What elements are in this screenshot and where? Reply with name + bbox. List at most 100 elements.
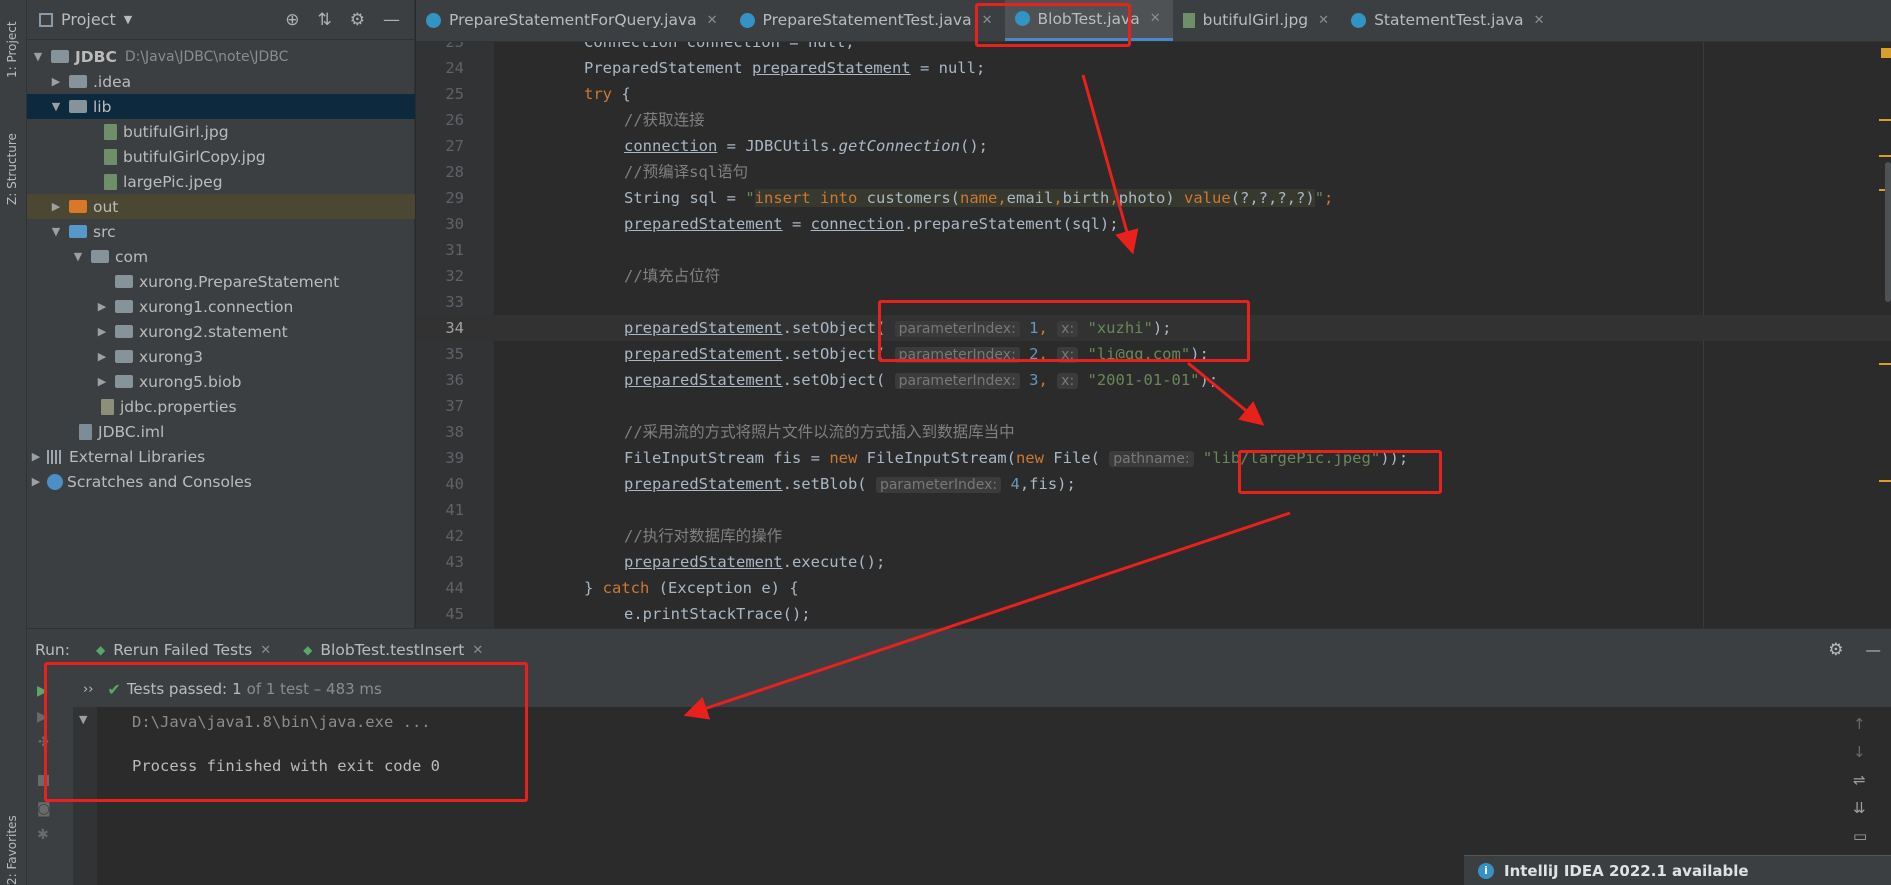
project-view-title[interactable]: Project — [61, 10, 116, 29]
tree-item-external-libraries[interactable]: ▶ External Libraries — [27, 444, 415, 469]
chevron-down-icon[interactable]: ▼ — [71, 250, 85, 263]
print-icon[interactable]: ▭ — [1853, 827, 1867, 845]
camera-icon[interactable]: ◙ — [37, 801, 51, 817]
structure-tool-button[interactable]: Z: Structure — [5, 133, 19, 205]
collapse-all-icon[interactable]: ⇅ — [318, 10, 332, 30]
tree-item-xurong-preparestatement[interactable]: xurong.PrepareStatement — [27, 269, 415, 294]
run-tab-blobtest-testinsert[interactable]: ◆ BlobTest.testInsert ✕ — [303, 641, 483, 659]
tree-item-butifulgirlcopy[interactable]: butifulGirlCopy.jpg — [27, 144, 415, 169]
code-line-23[interactable]: 23 Connection connection = null; — [416, 42, 1891, 55]
tree-item-idea[interactable]: ▶ .idea — [27, 69, 415, 94]
chevron-right-icon[interactable]: ▶ — [49, 200, 63, 213]
code-text: preparedStatement.setObject( parameterIn… — [624, 367, 1218, 394]
line-number: 37 — [445, 397, 464, 415]
gear-icon[interactable]: ⚙ — [1828, 640, 1843, 660]
close-icon[interactable]: ✕ — [1318, 13, 1329, 28]
code-line-32[interactable]: 32 //填充占位符 — [416, 263, 1891, 289]
chevron-right-icon[interactable]: ▶ — [95, 350, 109, 363]
close-icon[interactable]: ✕ — [707, 13, 718, 28]
tree-item-largepic[interactable]: largePic.jpeg — [27, 169, 415, 194]
chevron-right-icon[interactable]: ▶ — [95, 375, 109, 388]
code-line-28[interactable]: 28 //预编译sql语句 — [416, 159, 1891, 185]
project-tool-button[interactable]: 1: Project — [5, 21, 19, 78]
code-comment: //获取连接 — [624, 111, 705, 129]
chevron-right-icon[interactable]: ▶ — [95, 325, 109, 338]
editor-scrollbar[interactable] — [1885, 162, 1891, 302]
code-line-41[interactable]: 41 — [416, 497, 1891, 523]
image-file-icon — [104, 123, 117, 140]
locate-icon[interactable]: ⊕ — [285, 10, 299, 30]
tab-preparestatementforquery[interactable]: PrepareStatementForQuery.java ✕ — [416, 0, 730, 41]
scroll-to-end-icon[interactable]: ⇊ — [1853, 799, 1866, 817]
tree-item-xurong2-statement[interactable]: ▶ xurong2.statement — [27, 319, 415, 344]
code-text: preparedStatement.execute(); — [624, 549, 885, 575]
code-line-30[interactable]: 30 preparedStatement = connection.prepare… — [416, 211, 1891, 237]
error-stripe-marker[interactable] — [1879, 155, 1891, 157]
chevron-down-icon[interactable]: ▼ — [49, 100, 63, 113]
code-line-45[interactable]: 45 e.printStackTrace(); — [416, 601, 1891, 627]
chevron-right-icon[interactable]: ▶ — [29, 475, 43, 488]
parameter-hint: pathname: — [1109, 451, 1194, 467]
favorites-tool-button[interactable]: 2: Favorites — [5, 815, 19, 885]
tree-item-lib[interactable]: ▼ lib — [27, 94, 415, 119]
code-line-26[interactable]: 26 //获取连接 — [416, 107, 1891, 133]
chevron-right-icon[interactable]: ▶ — [95, 300, 109, 313]
tree-item-out[interactable]: ▶ out — [27, 194, 415, 219]
code-line-31[interactable]: 31 — [416, 237, 1891, 263]
error-stripe-marker[interactable] — [1879, 119, 1891, 121]
code-line-42[interactable]: 42 //执行对数据库的操作 — [416, 523, 1891, 549]
close-icon[interactable]: ✕ — [1534, 13, 1545, 28]
tree-item-xurong1-connection[interactable]: ▶ xurong1.connection — [27, 294, 415, 319]
tree-item-label: Scratches and Consoles — [67, 472, 252, 491]
code-token: , — [997, 189, 1007, 207]
tab-butifulgirl-jpg[interactable]: butifulGirl.jpg ✕ — [1173, 0, 1341, 41]
tree-item-scratches[interactable]: ▶ Scratches and Consoles — [27, 469, 415, 494]
line-number: 39 — [445, 449, 464, 467]
code-line-39[interactable]: 39 FileInputStream fis = new FileInputStr… — [416, 445, 1891, 471]
error-stripe-marker[interactable] — [1879, 480, 1891, 482]
close-icon[interactable]: ✕ — [260, 643, 271, 658]
folder-icon — [69, 225, 87, 238]
annotation-box-parameters — [878, 300, 1250, 362]
chevron-right-icon[interactable]: ▶ — [29, 450, 43, 463]
arrow-up-icon[interactable]: ↑ — [1853, 715, 1866, 733]
code-token: File( — [1043, 449, 1110, 467]
minimize-icon[interactable]: — — [383, 10, 400, 30]
run-tab-rerun-failed[interactable]: ◆ Rerun Failed Tests ✕ — [96, 641, 271, 659]
code-line-27[interactable]: 27 connection = JDBCUtils.getConnection()… — [416, 133, 1891, 159]
minimize-icon[interactable]: — — [1866, 641, 1882, 659]
tree-item-jdbc-iml[interactable]: JDBC.iml — [27, 419, 415, 444]
gear-icon[interactable]: ⚙ — [350, 10, 365, 30]
code-line-25[interactable]: 25 try { — [416, 81, 1891, 107]
error-stripe-marker[interactable] — [1879, 363, 1891, 365]
soft-wrap-icon[interactable]: ⇌ — [1853, 771, 1866, 789]
chevron-right-icon[interactable]: ▶ — [49, 75, 63, 88]
close-icon[interactable]: ✕ — [472, 643, 483, 658]
tree-item-com[interactable]: ▼ com — [27, 244, 415, 269]
code-token: try — [584, 85, 612, 103]
update-notification[interactable]: i IntelliJ IDEA 2022.1 available — [1464, 855, 1891, 885]
error-stripe-marker[interactable] — [1881, 48, 1891, 58]
tree-item-xurong5-biob[interactable]: ▶ xurong5.biob — [27, 369, 415, 394]
code-line-29[interactable]: 29 String sql = "insert into customers(na… — [416, 185, 1891, 211]
chevron-down-icon[interactable]: ▼ — [49, 225, 63, 238]
tab-preparestatementtest[interactable]: PrepareStatementTest.java ✕ — [730, 0, 1005, 41]
debug-icon[interactable]: ✱ — [37, 827, 49, 843]
code-line-37[interactable]: 37 — [416, 393, 1891, 419]
tab-statementtest[interactable]: StatementTest.java ✕ — [1341, 0, 1556, 41]
code-line-40[interactable]: 40 preparedStatement.setBlob( parameterIn… — [416, 471, 1891, 497]
tree-item-src[interactable]: ▼ src — [27, 219, 415, 244]
code-line-38[interactable]: 38 //采用流的方式将照片文件以流的方式插入到数据库当中 — [416, 419, 1891, 445]
tree-item-jdbc-properties[interactable]: jdbc.properties — [27, 394, 415, 419]
close-icon[interactable]: ✕ — [1150, 11, 1161, 26]
chevron-down-icon[interactable]: ▼ — [31, 50, 45, 63]
arrow-down-icon[interactable]: ↓ — [1853, 743, 1866, 761]
chevron-down-icon[interactable]: ▼ — [124, 13, 132, 26]
code-line-43[interactable]: 43 preparedStatement.execute(); — [416, 549, 1891, 575]
tree-item-xurong3[interactable]: ▶ xurong3 — [27, 344, 415, 369]
tree-item-butifulgirl[interactable]: butifulGirl.jpg — [27, 119, 415, 144]
code-line-36[interactable]: 36 preparedStatement.setObject( parameter… — [416, 367, 1891, 393]
code-line-24[interactable]: 24 PreparedStatement preparedStatement = … — [416, 55, 1891, 81]
tree-item-jdbc[interactable]: ▼ JDBC D:\Java\JDBC\note\JDBC — [27, 44, 415, 69]
code-line-44[interactable]: 44} catch (Exception e) { — [416, 575, 1891, 601]
